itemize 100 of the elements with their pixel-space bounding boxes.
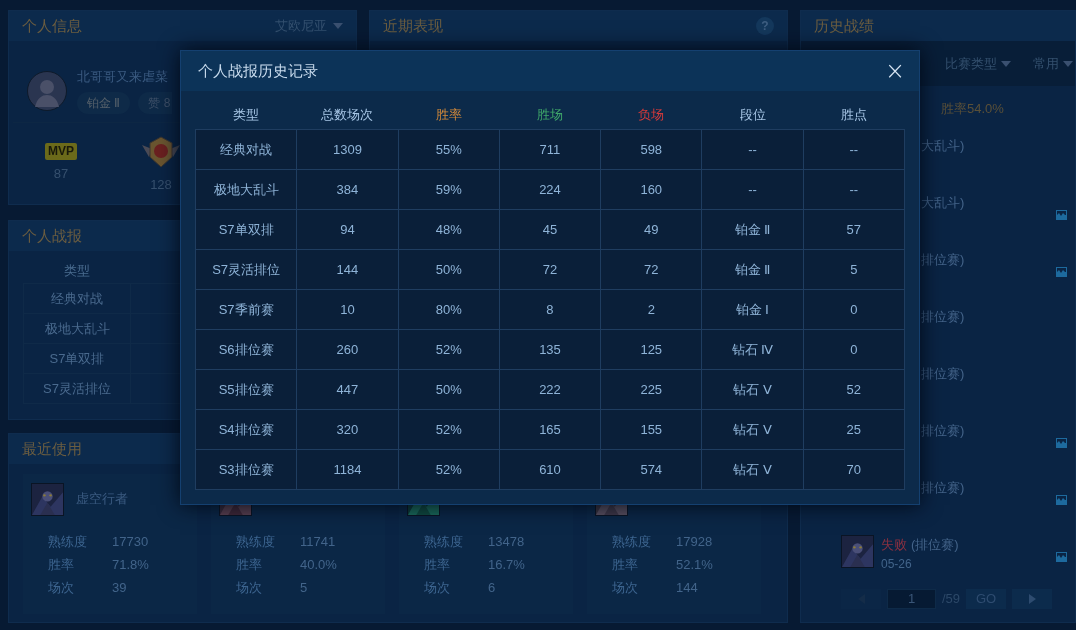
stat-label: 场次 [612,578,639,597]
table-cell: 160 [601,170,703,209]
right-arrow-icon [1028,594,1036,604]
table-cell: 49 [601,210,703,249]
table-cell: 1184 [297,450,399,489]
table-cell: 610 [499,450,602,489]
table-cell: 574 [601,450,703,489]
match-row[interactable]: 失败 (排位赛) 05-26 [801,530,1075,587]
table-cell: 55% [398,130,500,169]
stat-value: 6 [488,578,496,597]
table-cell: S7单双排 [24,344,131,373]
table-cell: 224 [499,170,602,209]
table-cell: 52% [398,330,500,369]
column-header: 负场 [637,106,666,125]
stat-label: 场次 [48,578,75,597]
table-cell: 45 [499,210,602,249]
table-cell: 144 [297,250,399,289]
panel-title: 历史战绩 [814,15,874,36]
table-cell: 铂金 Ⅱ [702,250,804,289]
table-cell: 50% [398,250,500,289]
column-header: 总数场次 [320,106,375,125]
stat-label: 胜率 [48,555,75,574]
stat-value: 13478 [488,532,525,551]
stat-label: 场次 [424,578,451,597]
stat-label: 熟练度 [424,532,464,551]
table-cell: 5 [803,250,905,289]
avatar [27,70,67,111]
table-cell: 52% [398,450,500,489]
table-cell: S5排位赛 [196,370,298,409]
rank-pill: 铂金 Ⅱ [77,92,131,115]
stat-label: 胜率 [424,555,451,574]
table-cell: 59% [398,170,500,209]
page-field[interactable]: 1 [887,589,936,609]
table-cell: 钻石 Ⅴ [702,410,804,449]
panel-title: 个人战报 [22,225,82,246]
stat-value: 17928 [676,532,713,551]
table-cell: -- [702,130,804,169]
stat-value: 16.7% [488,555,525,574]
panel-title: 个人信息 [22,15,82,36]
table-cell: 铂金 Ⅰ [702,290,804,329]
stat-value: 71.8% [112,555,149,574]
next-page-button[interactable] [1012,589,1053,609]
table-cell: 260 [297,330,399,369]
table-cell: 165 [499,410,602,449]
chart-icon[interactable] [1056,210,1067,220]
table-cell: 经典对战 [24,284,131,313]
stat-value: 5 [300,578,308,597]
table-cell: 52% [398,410,500,449]
match-mode: (排位赛) [911,536,959,554]
close-button[interactable]: × [884,59,905,83]
caret-icon [1001,60,1011,67]
table-cell: 钻石 Ⅳ [702,330,804,369]
match-result: 失败 [881,536,907,554]
panel-title: 最近使用 [22,438,82,459]
table-cell: 222 [499,370,602,409]
table-cell: 铂金 Ⅱ [702,210,804,249]
table-cell: 94 [297,210,399,249]
table-cell: 72 [601,250,703,289]
column-header: 胜率 [434,106,463,125]
table-cell: S7季前赛 [196,290,298,329]
help-icon[interactable]: ? [756,17,774,35]
table-cell: 0 [803,290,905,329]
table-cell: 135 [499,330,602,369]
table-cell: S4排位赛 [196,410,298,449]
stat-value: 52.1% [676,555,713,574]
table-cell: -- [803,170,905,209]
stat-value: 11741 [300,532,336,551]
table-cell: S7灵活排位 [196,250,298,289]
table-cell: 1309 [297,130,399,169]
win-rate: 胜率54.0% [941,99,1004,118]
chart-icon[interactable] [1056,438,1067,448]
table-cell: 711 [499,130,602,169]
stat-label: 胜率 [236,555,263,574]
table-cell: S7单双排 [196,210,298,249]
panel-title: 近期表现 [383,15,443,36]
caret-icon [1063,60,1073,67]
match-date: 05-26 [881,555,913,573]
table-cell: S6排位赛 [196,330,298,369]
chart-icon[interactable] [1056,267,1067,277]
stat-value: 17730 [112,532,149,551]
stat-value: 40.0% [300,555,337,574]
table-cell: 125 [601,330,703,369]
column-header: 类型 [62,262,91,281]
column-header: 段位 [738,106,767,125]
table-cell: 80% [398,290,500,329]
table-cell: 10 [297,290,399,329]
stat-label: 熟练度 [612,532,652,551]
table-cell: 经典对战 [196,130,298,169]
table-cell: 25 [803,410,905,449]
chart-icon[interactable] [1056,495,1067,505]
table-cell: 225 [601,370,703,409]
column-header: 胜点 [840,106,869,125]
column-header: 胜场 [535,106,564,125]
table-cell: 384 [297,170,399,209]
table-cell: S3排位赛 [196,450,298,489]
column-header: 类型 [231,106,260,125]
table-cell: S7灵活排位 [24,374,131,403]
chart-icon[interactable] [1056,552,1067,562]
table-cell: 2 [601,290,703,329]
table-cell: 8 [499,290,602,329]
